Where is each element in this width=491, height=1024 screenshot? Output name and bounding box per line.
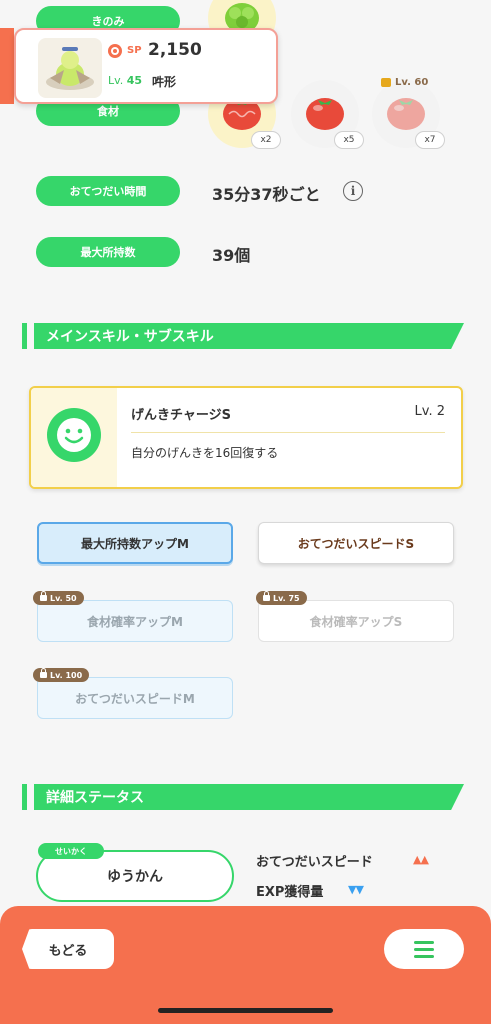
max-carry-label: 最大所持数 [36, 237, 180, 267]
ingredient-qty-1: x2 [251, 131, 281, 149]
skills-section-title: メインスキル・サブスキル [34, 323, 464, 349]
sub-skill-5-lock-level: Lv. 100 [50, 670, 83, 680]
lock-icon [263, 591, 270, 601]
main-skill-level: Lv. 2 [414, 404, 445, 419]
ingredient-3-lock-level: Lv. 60 [395, 77, 429, 88]
ingredient-qty-2: x5 [334, 131, 364, 149]
down-arrows-icon: ▼▼ [348, 883, 364, 896]
main-skill-description: 自分のげんきを16回復する [131, 446, 279, 460]
sub-skill-3-locked[interactable]: 食材確率アップM [37, 600, 233, 642]
sub-skill-2[interactable]: おてつだいスピードS [258, 522, 454, 564]
menu-button[interactable] [384, 929, 464, 969]
nature-tag: せいかく [38, 843, 104, 859]
info-icon[interactable]: i [343, 181, 363, 201]
help-time-value: 35分37秒ごと [212, 185, 321, 204]
main-skill-card[interactable]: げんきチャージS Lv. 2 自分のげんきを16回復する [29, 386, 463, 489]
lock-icon [40, 591, 47, 601]
lock-icon [381, 78, 391, 87]
pokemon-card[interactable]: SP 2,150 Lv. 45 吽形 [14, 28, 278, 104]
pokemon-level: Lv. 45 [108, 74, 142, 87]
divider [131, 432, 445, 433]
max-carry-value: 39個 [212, 246, 251, 265]
help-time-label: おてつだい時間 [36, 176, 180, 206]
sp-value: 2,150 [148, 40, 202, 60]
ingredient-qty-3: x7 [415, 131, 445, 149]
sub-skill-5-locked[interactable]: おてつだいスピードM [37, 677, 233, 719]
back-button[interactable]: もどる [22, 929, 114, 969]
status-section-title: 詳細ステータス [34, 784, 464, 810]
lock-icon [40, 668, 47, 678]
smile-icon [47, 408, 101, 462]
up-arrows-icon: ▲▲ [413, 853, 429, 866]
pokemon-name: 吽形 [152, 75, 177, 89]
sub-skill-5-lock-tag: Lv. 100 [33, 668, 90, 682]
hamburger-icon-line [414, 947, 434, 951]
sub-skill-4-locked[interactable]: 食材確率アップS [258, 600, 454, 642]
level-number: 45 [126, 74, 143, 87]
level-prefix: Lv. [108, 74, 124, 87]
home-indicator[interactable] [158, 1008, 333, 1013]
hamburger-icon [414, 940, 434, 944]
main-skill-icon-area [31, 388, 117, 487]
ingredient-3-lock-indicator: Lv. 60 [381, 77, 428, 88]
sub-skill-1[interactable]: 最大所持数アップM [37, 522, 233, 564]
section-accent-bar [22, 323, 27, 349]
sub-skill-4-lock-level: Lv. 75 [273, 593, 300, 603]
hamburger-icon-line [414, 954, 434, 958]
pokemon-avatar [38, 38, 102, 98]
sub-skill-3-lock-level: Lv. 50 [50, 593, 77, 603]
pokemon-detail-screen: きのみ 食材 x2 x5 Lv. 60 x7 SP 2,150 Lv. 45 吽… [0, 0, 491, 1024]
main-skill-name: げんきチャージS [131, 408, 231, 423]
sp-icon [108, 44, 122, 58]
pokemon-card-tab [0, 28, 14, 104]
section-accent-bar [22, 784, 27, 810]
sp-label: SP [127, 45, 142, 56]
nature-up-stat: おてつだいスピード [256, 855, 373, 870]
sub-skill-4-lock-tag: Lv. 75 [256, 591, 307, 605]
nature-down-stat: EXP獲得量 [256, 885, 324, 900]
sub-skill-3-lock-tag: Lv. 50 [33, 591, 84, 605]
